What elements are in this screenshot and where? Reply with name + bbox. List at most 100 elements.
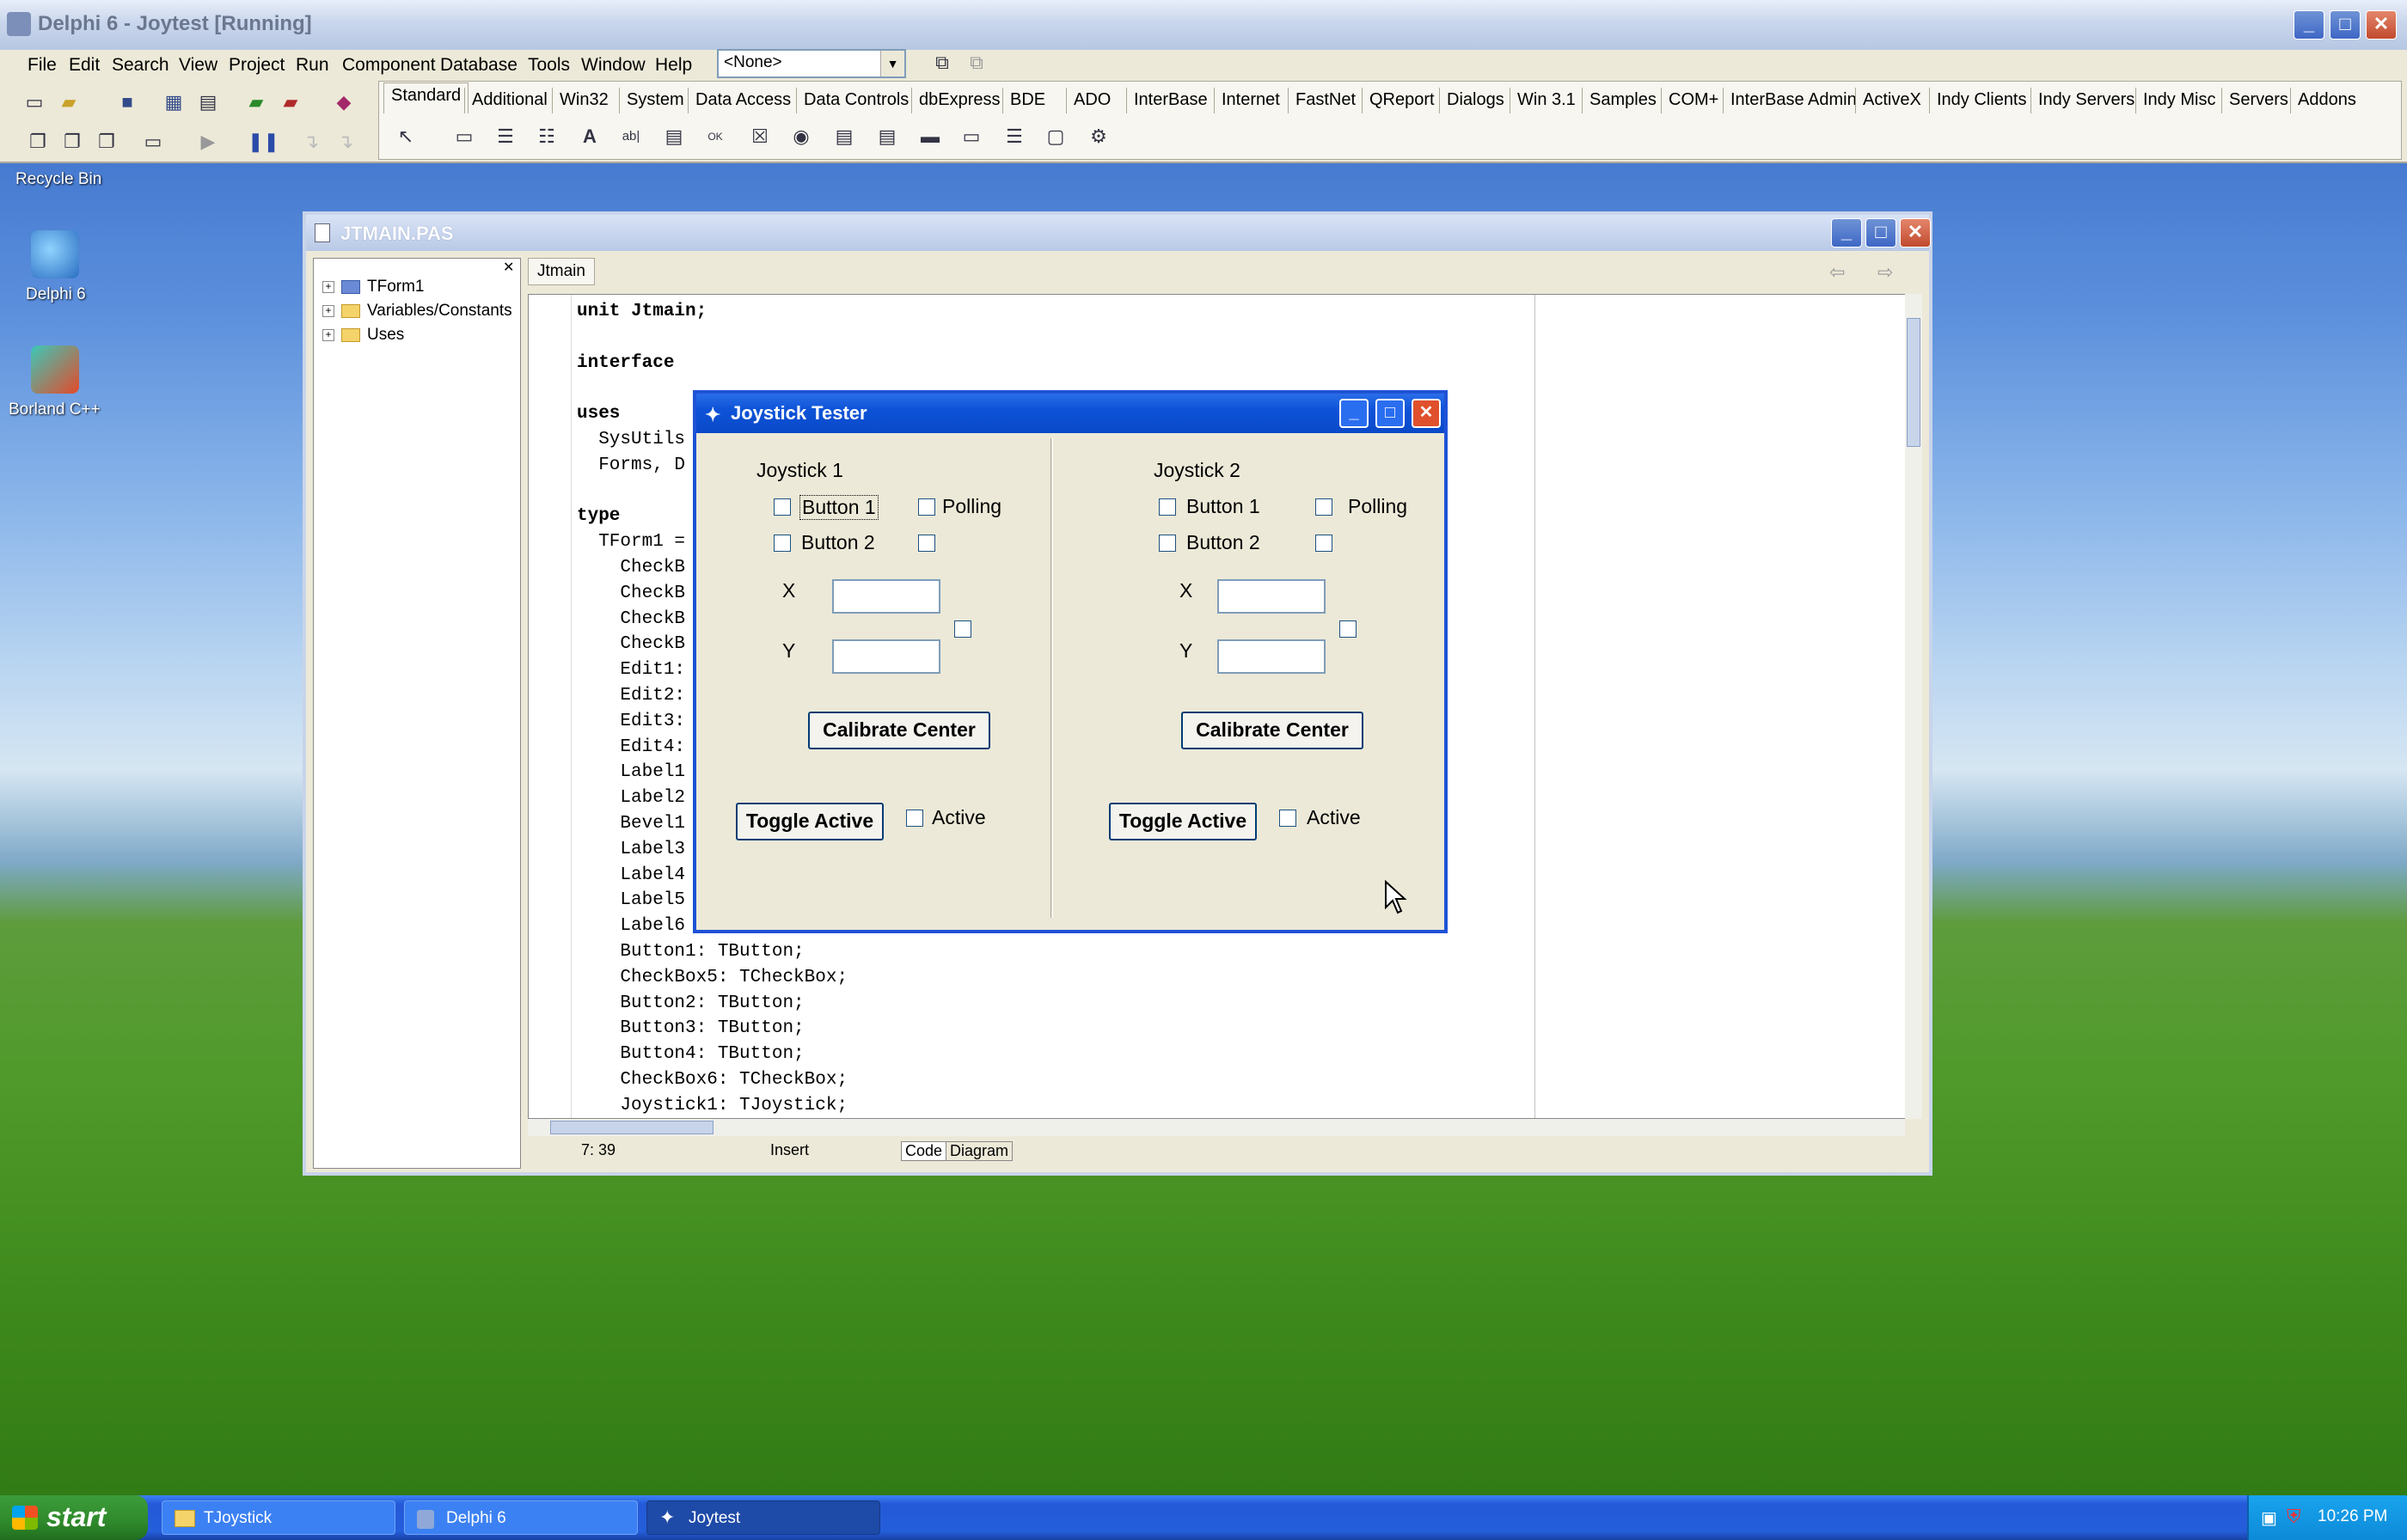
palette-tab-data-access[interactable]: Data Access xyxy=(688,88,798,113)
dialog-close-button[interactable]: ✕ xyxy=(1412,399,1441,428)
memo-icon[interactable]: ▤ xyxy=(660,124,688,150)
clock[interactable]: 10:26 PM xyxy=(2318,1507,2387,1526)
joystick1-polling-label[interactable]: Polling xyxy=(942,495,1001,518)
pause-icon[interactable]: ❚❚ xyxy=(248,129,279,155)
palette-tab-win32[interactable]: Win32 xyxy=(552,88,616,113)
step-over-icon[interactable]: ↴ xyxy=(297,129,325,155)
joystick1-y-field[interactable] xyxy=(832,639,940,674)
menu-tools[interactable]: Tools xyxy=(528,55,570,76)
panel-icon[interactable]: ▢ xyxy=(1042,124,1069,150)
tab-code[interactable]: Code xyxy=(901,1141,947,1161)
menu-window[interactable]: Window xyxy=(581,55,646,76)
joystick1-button1-checkbox[interactable] xyxy=(774,498,791,516)
open-project-icon[interactable]: ▤ xyxy=(194,89,222,115)
joystick2-y-field[interactable] xyxy=(1217,639,1326,674)
nav-forward-icon[interactable]: ⇨ xyxy=(1877,261,1893,284)
chevron-down-icon[interactable]: ▼ xyxy=(880,51,904,76)
code-explorer[interactable]: ✕ + TForm1 + Variables/Constants + Uses xyxy=(313,258,521,1169)
expand-icon[interactable]: + xyxy=(322,328,334,341)
add-file-icon[interactable]: ▰ xyxy=(242,89,270,115)
palette-tab-internet[interactable]: Internet xyxy=(1214,88,1287,113)
dialog-title-bar[interactable]: ✦ Joystick Tester _ □ ✕ xyxy=(696,394,1444,433)
tree-item-uses[interactable]: + Uses xyxy=(322,326,404,345)
menu-view[interactable]: View xyxy=(179,55,217,76)
palette-tab-system[interactable]: System xyxy=(619,88,691,113)
joystick2-polling-label[interactable]: Polling xyxy=(1348,495,1407,518)
new-form-icon[interactable]: ⧉ xyxy=(963,50,990,76)
joystick1-button2-label[interactable]: Button 2 xyxy=(801,531,875,554)
joystick2-x-field[interactable] xyxy=(1217,579,1326,614)
ide-title-bar[interactable]: Delphi 6 - Joytest [Running] _ □ ✕ xyxy=(0,0,2407,50)
toggle-form-unit-icon[interactable]: ⧉ xyxy=(928,50,956,76)
run-icon[interactable]: ▶ xyxy=(194,129,222,155)
menu-component[interactable]: Component xyxy=(342,55,436,76)
joystick2-active-label[interactable]: Active xyxy=(1307,806,1361,829)
joystick2-button2-label[interactable]: Button 2 xyxy=(1186,531,1260,554)
remove-file-icon[interactable]: ▰ xyxy=(277,89,304,115)
joystick1-y-checkbox[interactable] xyxy=(954,620,971,638)
label-icon[interactable]: A xyxy=(576,124,603,150)
joystick1-active-checkbox[interactable] xyxy=(906,810,923,827)
palette-tab-servers[interactable]: Servers xyxy=(2221,88,2295,113)
tab-diagram[interactable]: Diagram xyxy=(946,1141,1014,1161)
toggle-icon[interactable]: ❐ xyxy=(93,129,120,155)
minimize-button[interactable]: _ xyxy=(2294,10,2324,40)
joystick2-calibrate-button[interactable]: Calibrate Center xyxy=(1181,712,1363,749)
palette-tab-indy-misc[interactable]: Indy Misc xyxy=(2135,88,2222,113)
start-button[interactable]: start xyxy=(0,1495,148,1540)
palette-tab-activex[interactable]: ActiveX xyxy=(1855,88,1928,113)
dialog-minimize-button[interactable]: _ xyxy=(1339,399,1369,428)
joystick2-button1-checkbox[interactable] xyxy=(1159,498,1176,516)
joystick1-extra-checkbox[interactable] xyxy=(918,535,935,552)
joystick1-x-field[interactable] xyxy=(832,579,940,614)
palette-tab-indy-clients[interactable]: Indy Clients xyxy=(1929,88,2034,113)
tree-item-tform1[interactable]: + TForm1 xyxy=(322,278,425,296)
palette-tab-dialogs[interactable]: Dialogs xyxy=(1439,88,1511,113)
joystick2-button1-label[interactable]: Button 1 xyxy=(1186,495,1260,518)
groupbox-icon[interactable]: ▭ xyxy=(958,124,985,150)
scrollbar-icon[interactable]: ▬ xyxy=(916,124,944,150)
menu-edit[interactable]: Edit xyxy=(69,55,100,76)
palette-tab-dbexpress[interactable]: dbExpress xyxy=(911,88,1008,113)
menu-run[interactable]: Run xyxy=(296,55,329,76)
palette-tab-win31[interactable]: Win 3.1 xyxy=(1510,88,1583,113)
editor-title-bar[interactable]: JTMAIN.PAS _ □ ✕ xyxy=(306,215,1931,251)
close-button[interactable]: ✕ xyxy=(2366,10,2397,40)
listbox-icon[interactable]: ▤ xyxy=(830,124,858,150)
palette-tab-interbase-admin[interactable]: InterBase Admin xyxy=(1723,88,1864,113)
maximize-button[interactable]: □ xyxy=(2330,10,2361,40)
view-form-icon[interactable]: ❐ xyxy=(58,129,86,155)
borland-cpp-desktop-label[interactable]: Borland C++ xyxy=(9,400,101,419)
horizontal-scrollbar[interactable] xyxy=(528,1119,1905,1136)
palette-tab-bde[interactable]: BDE xyxy=(1002,88,1052,113)
joystick1-button2-checkbox[interactable] xyxy=(774,535,791,552)
menu-help[interactable]: Help xyxy=(655,55,692,76)
security-alert-icon[interactable]: ⛨ xyxy=(2287,1506,2301,1528)
combobox-icon[interactable]: ▤ xyxy=(873,124,901,150)
menu-search[interactable]: Search xyxy=(112,55,169,76)
joystick2-toggle-active-button[interactable]: Toggle Active xyxy=(1109,803,1257,840)
joystick2-button2-checkbox[interactable] xyxy=(1159,535,1176,552)
editor-minimize-button[interactable]: _ xyxy=(1831,218,1862,248)
palette-tab-addons[interactable]: Addons xyxy=(2290,88,2363,113)
scroll-thumb[interactable] xyxy=(550,1121,714,1134)
palette-tab-samples[interactable]: Samples xyxy=(1582,88,1663,113)
recycle-bin-label[interactable]: Recycle Bin xyxy=(15,170,101,189)
delphi6-desktop-label[interactable]: Delphi 6 xyxy=(26,285,86,304)
save-all-icon[interactable]: ▦ xyxy=(160,89,187,115)
save-icon[interactable]: ■ xyxy=(113,89,141,115)
palette-tab-standard[interactable]: Standard xyxy=(383,82,469,113)
palette-tab-additional[interactable]: Additional xyxy=(464,88,554,113)
tree-item-variables[interactable]: + Variables/Constants xyxy=(322,302,512,321)
palette-tab-indy-servers[interactable]: Indy Servers xyxy=(2030,88,2141,113)
radiogroup-icon[interactable]: ☰ xyxy=(1001,124,1028,150)
editor-close-button[interactable]: ✕ xyxy=(1900,218,1931,248)
component-combo[interactable]: <None> ▼ xyxy=(717,49,906,78)
borland-cpp-desktop-icon[interactable] xyxy=(31,345,79,394)
expand-icon[interactable]: + xyxy=(322,304,334,317)
joystick1-calibrate-button[interactable]: Calibrate Center xyxy=(808,712,990,749)
joystick2-polling-checkbox[interactable] xyxy=(1315,498,1332,516)
joystick1-toggle-active-button[interactable]: Toggle Active xyxy=(736,803,884,840)
menu-database[interactable]: Database xyxy=(440,55,518,76)
actionlist-icon[interactable]: ⚙ xyxy=(1085,124,1112,150)
